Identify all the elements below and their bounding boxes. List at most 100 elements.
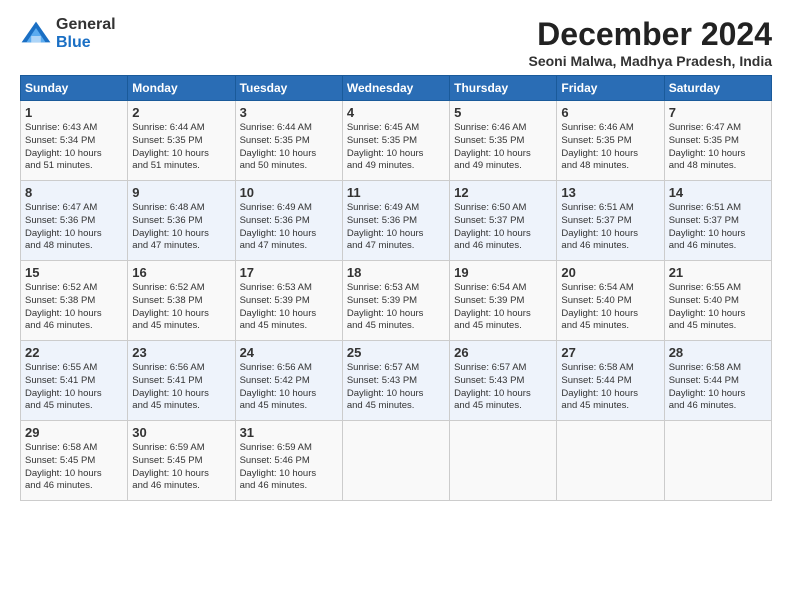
day-info: Sunrise: 6:56 AM Sunset: 5:41 PM Dayligh…: [132, 362, 230, 413]
week-row-1: 1 Sunrise: 6:43 AM Sunset: 5:34 PM Daylig…: [21, 101, 772, 181]
calendar-body: 1 Sunrise: 6:43 AM Sunset: 5:34 PM Daylig…: [21, 101, 772, 501]
day-cell: 14Sunrise: 6:51 AM Sunset: 5:37 PM Dayli…: [664, 181, 771, 261]
day-cell: 22 Sunrise: 6:55 AM Sunset: 5:41 PM Dayli…: [21, 341, 128, 421]
day-cell: 1 Sunrise: 6:43 AM Sunset: 5:34 PM Daylig…: [21, 101, 128, 181]
day-cell: 12 Sunrise: 6:50 AM Sunset: 5:37 PM Dayli…: [450, 181, 557, 261]
day-cell: 9 Sunrise: 6:48 AM Sunset: 5:36 PM Daylig…: [128, 181, 235, 261]
day-number: 1: [25, 105, 123, 120]
day-cell: 5 Sunrise: 6:46 AM Sunset: 5:35 PM Daylig…: [450, 101, 557, 181]
day-number: 20: [561, 265, 659, 280]
subtitle: Seoni Malwa, Madhya Pradesh, India: [528, 53, 772, 69]
header-day-wednesday: Wednesday: [342, 76, 449, 101]
day-number: 3: [240, 105, 338, 120]
day-info: Sunrise: 6:47 AM Sunset: 5:36 PM Dayligh…: [25, 202, 123, 253]
day-cell: 29 Sunrise: 6:58 AM Sunset: 5:45 PM Dayli…: [21, 421, 128, 501]
day-cell: 8 Sunrise: 6:47 AM Sunset: 5:36 PM Daylig…: [21, 181, 128, 261]
logo-text: General Blue: [56, 16, 116, 51]
day-number: 19: [454, 265, 552, 280]
calendar: SundayMondayTuesdayWednesdayThursdayFrid…: [20, 75, 772, 501]
day-cell: [557, 421, 664, 501]
day-cell: 10 Sunrise: 6:49 AM Sunset: 5:36 PM Dayli…: [235, 181, 342, 261]
day-number: 25: [347, 345, 445, 360]
day-cell: 6Sunrise: 6:46 AM Sunset: 5:35 PM Daylig…: [557, 101, 664, 181]
day-cell: 17 Sunrise: 6:53 AM Sunset: 5:39 PM Dayli…: [235, 261, 342, 341]
day-info: Sunrise: 6:58 AM Sunset: 5:44 PM Dayligh…: [669, 362, 767, 413]
day-info: Sunrise: 6:49 AM Sunset: 5:36 PM Dayligh…: [347, 202, 445, 253]
logo: General Blue: [20, 16, 116, 51]
day-cell: 21 Sunrise: 6:55 AM Sunset: 5:40 PM Dayli…: [664, 261, 771, 341]
day-info: Sunrise: 6:52 AM Sunset: 5:38 PM Dayligh…: [25, 282, 123, 333]
day-number: 22: [25, 345, 123, 360]
day-info: Sunrise: 6:59 AM Sunset: 5:46 PM Dayligh…: [240, 442, 338, 493]
day-number: 13: [561, 185, 659, 200]
day-cell: 2 Sunrise: 6:44 AM Sunset: 5:35 PM Daylig…: [128, 101, 235, 181]
day-number: 5: [454, 105, 552, 120]
day-number: 23: [132, 345, 230, 360]
day-info: Sunrise: 6:55 AM Sunset: 5:40 PM Dayligh…: [669, 282, 767, 333]
title-area: December 2024 Seoni Malwa, Madhya Prades…: [528, 16, 772, 69]
day-info: Sunrise: 6:55 AM Sunset: 5:41 PM Dayligh…: [25, 362, 123, 413]
day-info: Sunrise: 6:44 AM Sunset: 5:35 PM Dayligh…: [240, 122, 338, 173]
week-row-4: 22 Sunrise: 6:55 AM Sunset: 5:41 PM Dayli…: [21, 341, 772, 421]
day-info: Sunrise: 6:54 AM Sunset: 5:40 PM Dayligh…: [561, 282, 659, 333]
day-number: 26: [454, 345, 552, 360]
day-cell: 13 Sunrise: 6:51 AM Sunset: 5:37 PM Dayli…: [557, 181, 664, 261]
day-cell: 28 Sunrise: 6:58 AM Sunset: 5:44 PM Dayli…: [664, 341, 771, 421]
day-info: Sunrise: 6:45 AM Sunset: 5:35 PM Dayligh…: [347, 122, 445, 173]
header-row: SundayMondayTuesdayWednesdayThursdayFrid…: [21, 76, 772, 101]
day-cell: 25Sunrise: 6:57 AM Sunset: 5:43 PM Dayli…: [342, 341, 449, 421]
day-number: 9: [132, 185, 230, 200]
week-row-2: 8 Sunrise: 6:47 AM Sunset: 5:36 PM Daylig…: [21, 181, 772, 261]
day-number: 6: [561, 105, 659, 120]
day-cell: 30 Sunrise: 6:59 AM Sunset: 5:45 PM Dayli…: [128, 421, 235, 501]
day-info: Sunrise: 6:53 AM Sunset: 5:39 PM Dayligh…: [347, 282, 445, 333]
day-number: 30: [132, 425, 230, 440]
day-number: 17: [240, 265, 338, 280]
day-number: 8: [25, 185, 123, 200]
day-info: Sunrise: 6:58 AM Sunset: 5:45 PM Dayligh…: [25, 442, 123, 493]
day-info: Sunrise: 6:43 AM Sunset: 5:34 PM Dayligh…: [25, 122, 123, 173]
header-day-thursday: Thursday: [450, 76, 557, 101]
day-info: Sunrise: 6:51 AM Sunset: 5:37 PM Dayligh…: [669, 202, 767, 253]
page: General Blue December 2024 Seoni Malwa, …: [0, 0, 792, 511]
day-number: 10: [240, 185, 338, 200]
day-info: Sunrise: 6:59 AM Sunset: 5:45 PM Dayligh…: [132, 442, 230, 493]
day-cell: [342, 421, 449, 501]
day-cell: [664, 421, 771, 501]
day-cell: 3 Sunrise: 6:44 AM Sunset: 5:35 PM Daylig…: [235, 101, 342, 181]
day-number: 29: [25, 425, 123, 440]
header-day-saturday: Saturday: [664, 76, 771, 101]
day-info: Sunrise: 6:58 AM Sunset: 5:44 PM Dayligh…: [561, 362, 659, 413]
month-title: December 2024: [528, 16, 772, 53]
header: General Blue December 2024 Seoni Malwa, …: [20, 16, 772, 69]
day-number: 12: [454, 185, 552, 200]
header-day-monday: Monday: [128, 76, 235, 101]
day-info: Sunrise: 6:51 AM Sunset: 5:37 PM Dayligh…: [561, 202, 659, 253]
day-cell: 27 Sunrise: 6:58 AM Sunset: 5:44 PM Dayli…: [557, 341, 664, 421]
day-number: 16: [132, 265, 230, 280]
day-number: 7: [669, 105, 767, 120]
day-number: 28: [669, 345, 767, 360]
day-cell: 20 Sunrise: 6:54 AM Sunset: 5:40 PM Dayli…: [557, 261, 664, 341]
logo-icon: [20, 20, 52, 48]
day-cell: 31Sunrise: 6:59 AM Sunset: 5:46 PM Dayli…: [235, 421, 342, 501]
day-number: 15: [25, 265, 123, 280]
day-info: Sunrise: 6:53 AM Sunset: 5:39 PM Dayligh…: [240, 282, 338, 333]
day-number: 18: [347, 265, 445, 280]
header-day-tuesday: Tuesday: [235, 76, 342, 101]
day-info: Sunrise: 6:49 AM Sunset: 5:36 PM Dayligh…: [240, 202, 338, 253]
day-number: 21: [669, 265, 767, 280]
day-cell: 11Sunrise: 6:49 AM Sunset: 5:36 PM Dayli…: [342, 181, 449, 261]
day-info: Sunrise: 6:46 AM Sunset: 5:35 PM Dayligh…: [454, 122, 552, 173]
day-cell: 7Sunrise: 6:47 AM Sunset: 5:35 PM Daylig…: [664, 101, 771, 181]
day-info: Sunrise: 6:52 AM Sunset: 5:38 PM Dayligh…: [132, 282, 230, 333]
day-info: Sunrise: 6:50 AM Sunset: 5:37 PM Dayligh…: [454, 202, 552, 253]
day-info: Sunrise: 6:44 AM Sunset: 5:35 PM Dayligh…: [132, 122, 230, 173]
day-number: 2: [132, 105, 230, 120]
day-info: Sunrise: 6:48 AM Sunset: 5:36 PM Dayligh…: [132, 202, 230, 253]
day-number: 4: [347, 105, 445, 120]
week-row-5: 29 Sunrise: 6:58 AM Sunset: 5:45 PM Dayli…: [21, 421, 772, 501]
calendar-header: SundayMondayTuesdayWednesdayThursdayFrid…: [21, 76, 772, 101]
day-number: 27: [561, 345, 659, 360]
day-cell: [450, 421, 557, 501]
